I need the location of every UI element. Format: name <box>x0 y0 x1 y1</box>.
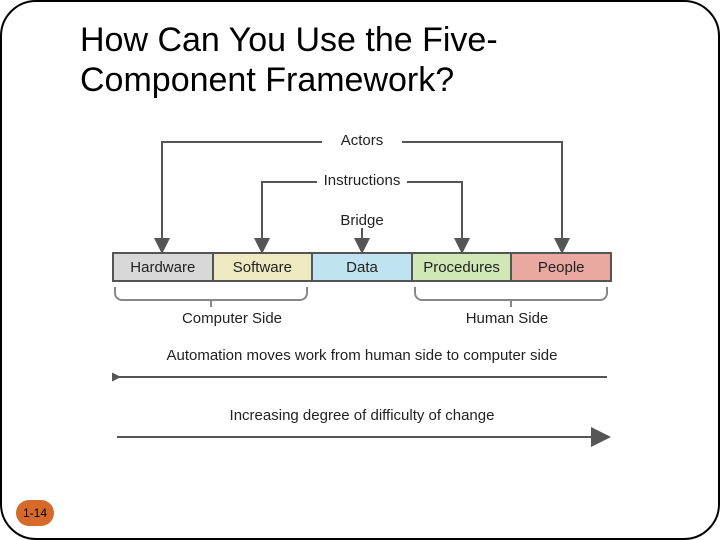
label-difficulty: Increasing degree of difficulty of chang… <box>122 407 602 424</box>
label-instructions: Instructions <box>311 172 413 189</box>
label-bridge: Bridge <box>334 212 390 229</box>
five-component-diagram: Actors Instructions Bridge Hardware Soft… <box>112 132 612 462</box>
brace-computer-side <box>114 287 308 301</box>
component-hardware: Hardware <box>112 252 214 282</box>
brace-human-side <box>414 287 608 301</box>
label-automation: Automation moves work from human side to… <box>122 347 602 364</box>
page-number-badge: 1-14 <box>16 500 54 526</box>
component-people: People <box>510 252 612 282</box>
slide-title: How Can You Use the Five-Component Frame… <box>80 20 640 100</box>
component-row: Hardware Software Data Procedures People <box>112 252 612 282</box>
component-data: Data <box>311 252 413 282</box>
label-actors: Actors <box>322 132 402 149</box>
label-computer-side: Computer Side <box>167 310 297 327</box>
label-human-side: Human Side <box>447 310 567 327</box>
component-procedures: Procedures <box>411 252 513 282</box>
component-software: Software <box>212 252 314 282</box>
slide-frame: How Can You Use the Five-Component Frame… <box>0 0 720 540</box>
